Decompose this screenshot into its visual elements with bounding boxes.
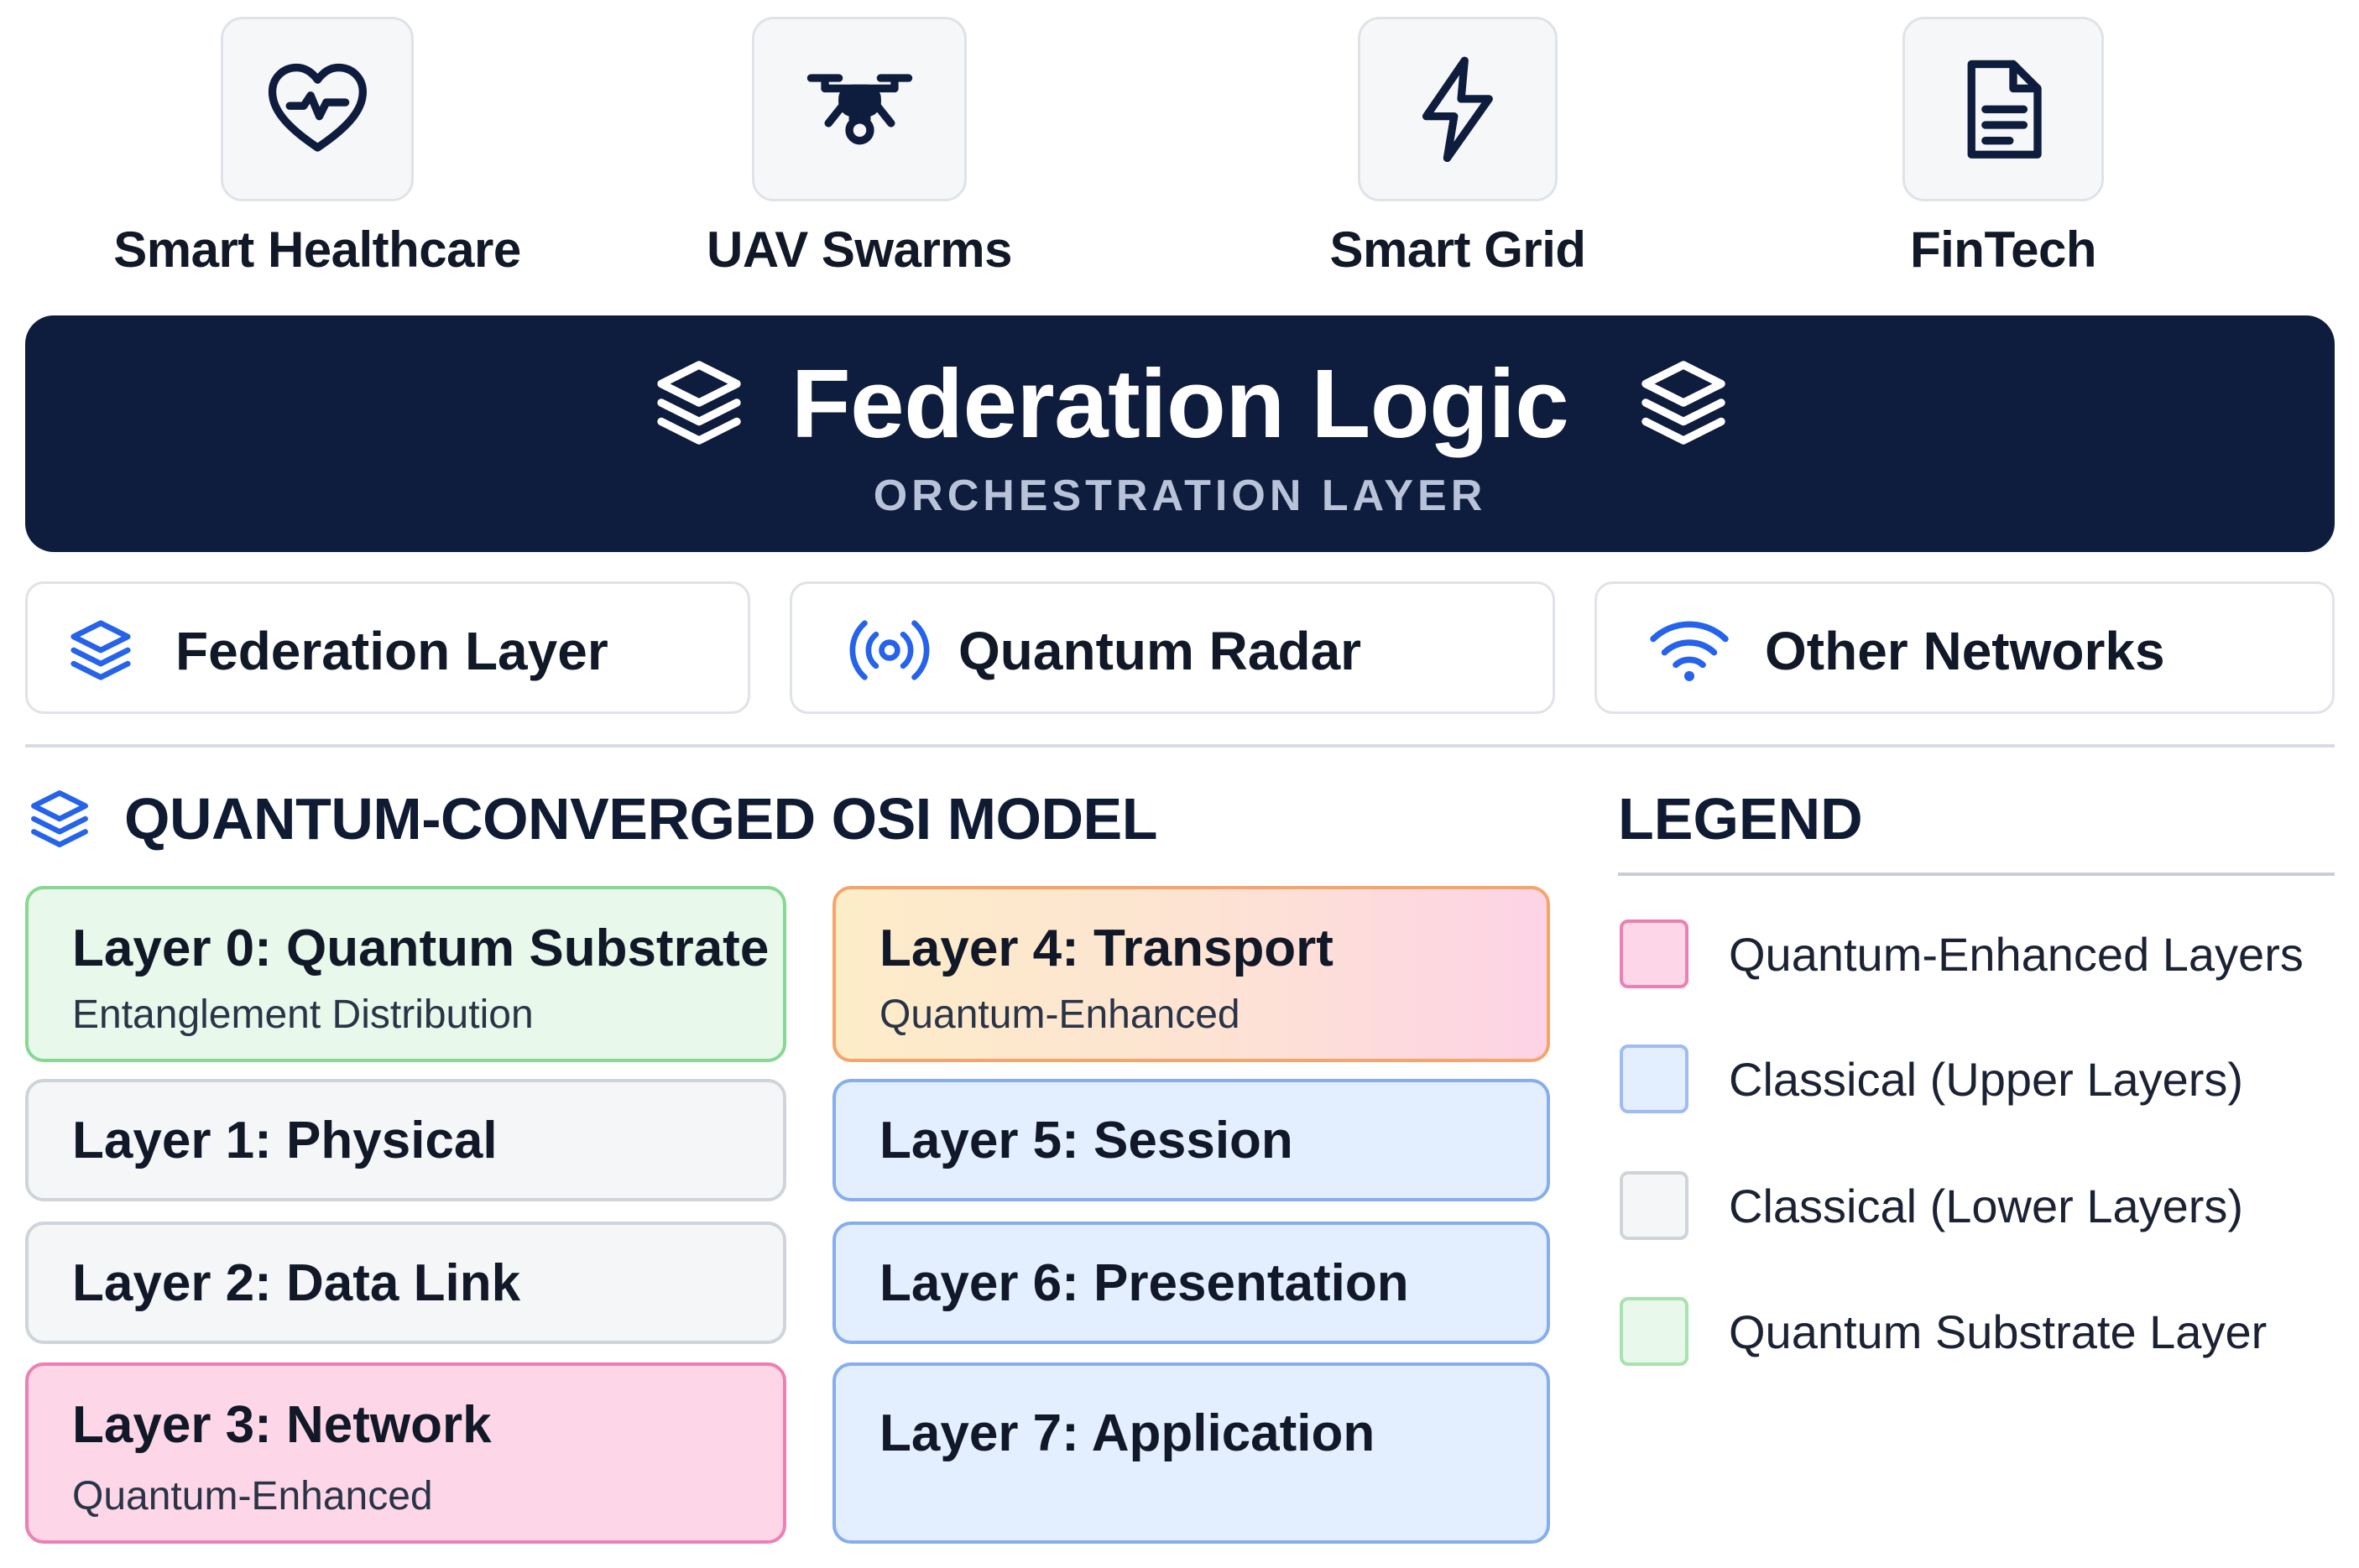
legend-label: Classical (Upper Layers) [1729, 1052, 2244, 1106]
app-tile-fintech[interactable] [1902, 17, 2104, 201]
layer-subtitle: Quantum-Enhanced [879, 992, 1240, 1037]
document-icon [1968, 60, 2043, 159]
layer-name: Layer 3: Network [72, 1395, 492, 1454]
app-tile-smart-healthcare[interactable] [221, 17, 414, 201]
banner-title: Federation Logic [791, 349, 1569, 458]
app-label-smart-healthcare: Smart Healthcare [113, 221, 521, 278]
federation-logic-banner: Federation Logic ORCHESTRATION LAYER [25, 315, 2335, 552]
drone-icon [806, 74, 912, 144]
osi-layer-0[interactable]: Layer 0: Quantum Substrate Entanglement … [25, 886, 786, 1062]
heart-pulse-icon [268, 63, 367, 152]
wifi-icon [1650, 621, 1729, 681]
radar-broadcast-icon [849, 620, 930, 680]
layer-name: Layer 6: Presentation [879, 1253, 1409, 1312]
legend-label: Quantum-Enhanced Layers [1729, 927, 2304, 981]
section-divider [25, 744, 2335, 748]
legend-swatch-quantum-enhanced [1620, 919, 1688, 988]
layer-name: Layer 5: Session [879, 1111, 1293, 1169]
network-label: Federation Layer [175, 621, 608, 681]
app-tile-smart-grid[interactable] [1358, 17, 1558, 201]
layers-stack-icon [70, 620, 131, 680]
lightning-bolt-icon [1422, 56, 1493, 162]
layer-name: Layer 2: Data Link [72, 1253, 521, 1312]
osi-layer-3[interactable]: Layer 3: Network Quantum-Enhanced [25, 1362, 786, 1544]
legend-swatch-quantum-substrate [1620, 1297, 1688, 1366]
layer-subtitle: Quantum-Enhanced [72, 1473, 433, 1519]
osi-layer-7[interactable]: Layer 7: Application [832, 1362, 1550, 1544]
app-label-smart-grid: Smart Grid [1329, 221, 1586, 278]
banner-subtitle: ORCHESTRATION LAYER [873, 471, 1487, 520]
layers-stack-icon [31, 790, 88, 847]
legend-swatch-classical-lower [1620, 1171, 1688, 1240]
layer-name: Layer 0: Quantum Substrate [72, 919, 770, 977]
legend-divider [1618, 873, 2335, 876]
layer-name: Layer 7: Application [879, 1404, 1375, 1462]
network-other-networks[interactable]: Other Networks [1594, 581, 2335, 714]
osi-layer-5[interactable]: Layer 5: Session [832, 1079, 1550, 1201]
network-label: Other Networks [1765, 621, 2165, 681]
legend-label: Quantum Substrate Layer [1729, 1305, 2268, 1358]
app-label-fintech: FinTech [1909, 221, 2097, 278]
app-tile-uav-swarms[interactable] [752, 17, 967, 201]
osi-layer-2[interactable]: Layer 2: Data Link [25, 1222, 786, 1344]
legend-title: LEGEND [1618, 786, 1863, 852]
layers-stack-icon [657, 361, 741, 445]
layer-name: Layer 4: Transport [879, 919, 1333, 977]
osi-layer-1[interactable]: Layer 1: Physical [25, 1079, 786, 1201]
layers-stack-icon [1641, 361, 1725, 445]
legend-swatch-classical-upper [1620, 1044, 1688, 1113]
network-federation-layer[interactable]: Federation Layer [25, 581, 750, 714]
network-quantum-radar[interactable]: Quantum Radar [790, 581, 1555, 714]
osi-layer-4[interactable]: Layer 4: Transport Quantum-Enhanced [832, 886, 1550, 1062]
app-label-uav-swarms: UAV Swarms [706, 221, 1013, 278]
network-label: Quantum Radar [958, 621, 1362, 681]
osi-layer-6[interactable]: Layer 6: Presentation [832, 1222, 1550, 1344]
osi-section-title: QUANTUM-CONVERGED OSI MODEL [124, 786, 1157, 852]
layer-subtitle: Entanglement Distribution [72, 992, 534, 1037]
layer-name: Layer 1: Physical [72, 1111, 498, 1169]
legend-label: Classical (Lower Layers) [1729, 1179, 2244, 1232]
